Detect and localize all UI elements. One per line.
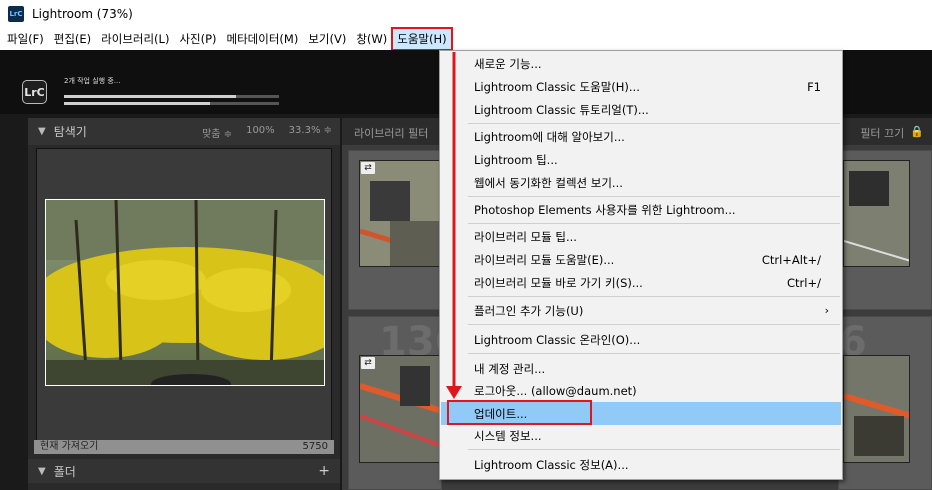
menu-item-manage-account[interactable]: 내 계정 관리...	[441, 357, 841, 380]
menu-item-about[interactable]: Lightroom Classic 정보(A)...	[441, 453, 841, 476]
menu-item-system-info[interactable]: 시스템 정보...	[441, 424, 841, 447]
lrc-badge-icon: LrC	[22, 80, 47, 104]
menu-item-online[interactable]: Lightroom Classic 온라인(O)...	[441, 328, 841, 351]
menu-item-tutorials[interactable]: Lightroom Classic 튜토리얼(T)...	[441, 98, 841, 121]
menu-separator	[468, 223, 840, 224]
zoom-options: 맞춤 ≑ 100% 33.3% ≑	[202, 125, 332, 140]
menu-help[interactable]: 도움말(H)	[391, 27, 453, 51]
menu-item-tips[interactable]: Lightroom 팁...	[441, 148, 841, 171]
catalog-row-label: 현재 가져오기	[40, 441, 99, 452]
menu-separator	[468, 296, 840, 297]
zoom-33-option[interactable]: 33.3% ≑	[289, 125, 332, 140]
folders-title: 폴더	[53, 464, 76, 479]
photo-thumbnail[interactable]	[843, 355, 910, 463]
lock-icon[interactable]: 🔒	[910, 125, 924, 141]
filter-off-label[interactable]: 필터 끄기	[860, 125, 904, 141]
task-progress-bar-2	[64, 102, 279, 105]
menu-item-synced-collections[interactable]: 웹에서 동기화한 컬렉션 보기...	[441, 171, 841, 194]
window-title: Lightroom (73%)	[32, 7, 133, 21]
menu-file[interactable]: 파일(F)	[2, 28, 49, 50]
navigator-header[interactable]: ▼ 탐색기 맞춤 ≑ 100% 33.3% ≑	[28, 118, 340, 145]
menu-separator	[468, 123, 840, 124]
zoom-100-option[interactable]: 100%	[246, 125, 275, 140]
catalog-row-count: 5750	[302, 441, 328, 452]
navigator-photo[interactable]	[45, 199, 325, 386]
add-folder-icon[interactable]: +	[318, 463, 330, 479]
annotation-box	[447, 400, 592, 425]
sync-badge-icon: ⇄	[361, 162, 375, 174]
menu-item-library-help[interactable]: 라이브러리 모듈 도움말(E)... Ctrl+Alt+/	[441, 248, 841, 271]
menu-item-plugin-extras[interactable]: 플러그인 추가 기능(U) ›	[441, 299, 841, 322]
menu-bar: 파일(F) 편집(E) 라이브러리(L) 사진(P) 메타데이터(M) 보기(V…	[0, 27, 932, 51]
collapse-triangle-icon[interactable]: ▼	[38, 126, 46, 137]
menu-item-library-tips[interactable]: 라이브러리 모듈 팁...	[441, 225, 841, 248]
photo-thumbnail[interactable]	[359, 355, 441, 463]
title-bar: LrC Lightroom (73%)	[0, 0, 932, 28]
menu-separator	[468, 196, 840, 197]
menu-library[interactable]: 라이브러리(L)	[96, 28, 174, 50]
folders-header[interactable]: ▼ 폴더 +	[28, 459, 340, 483]
menu-metadata[interactable]: 메타데이터(M)	[222, 28, 304, 50]
zoom-fit-option[interactable]: 맞춤 ≑	[202, 125, 232, 140]
photo-thumbnail[interactable]	[359, 160, 441, 267]
menu-item-help[interactable]: Lightroom Classic 도움말(H)... F1	[441, 75, 841, 98]
menu-window[interactable]: 창(W)	[351, 28, 392, 50]
menu-item-library-shortcuts[interactable]: 라이브러리 모듈 바로 가기 키(S)... Ctrl+/	[441, 271, 841, 294]
task-progress-bar-1	[64, 95, 279, 98]
menu-photo[interactable]: 사진(P)	[174, 28, 221, 50]
menu-separator	[468, 324, 840, 325]
sync-badge-icon: ⇄	[361, 357, 375, 369]
menu-separator	[468, 353, 840, 354]
navigator-title: 탐색기	[53, 125, 87, 139]
task-status: 2개 작업 실행 중...	[64, 77, 121, 85]
lightroom-logo-icon: LrC	[8, 6, 24, 22]
menu-separator	[468, 449, 840, 450]
library-filter-label: 라이브러리 필터	[354, 127, 429, 140]
collapse-triangle-icon[interactable]: ▼	[38, 466, 46, 477]
catalog-row[interactable]: 현재 가져오기 5750	[34, 440, 334, 454]
menu-item-sign-out[interactable]: 로그아웃... (allow@daum.net)	[441, 379, 841, 402]
menu-item-whats-new[interactable]: 새로운 기능...	[441, 52, 841, 75]
menu-item-learn[interactable]: Lightroom에 대해 알아보기...	[441, 125, 841, 148]
menu-item-photoshop-elements[interactable]: Photoshop Elements 사용자를 위한 Lightroom...	[441, 198, 841, 221]
menu-view[interactable]: 보기(V)	[303, 28, 351, 50]
photo-thumbnail[interactable]	[843, 160, 910, 267]
menu-edit[interactable]: 편집(E)	[49, 28, 96, 50]
submenu-arrow-icon: ›	[824, 304, 829, 317]
